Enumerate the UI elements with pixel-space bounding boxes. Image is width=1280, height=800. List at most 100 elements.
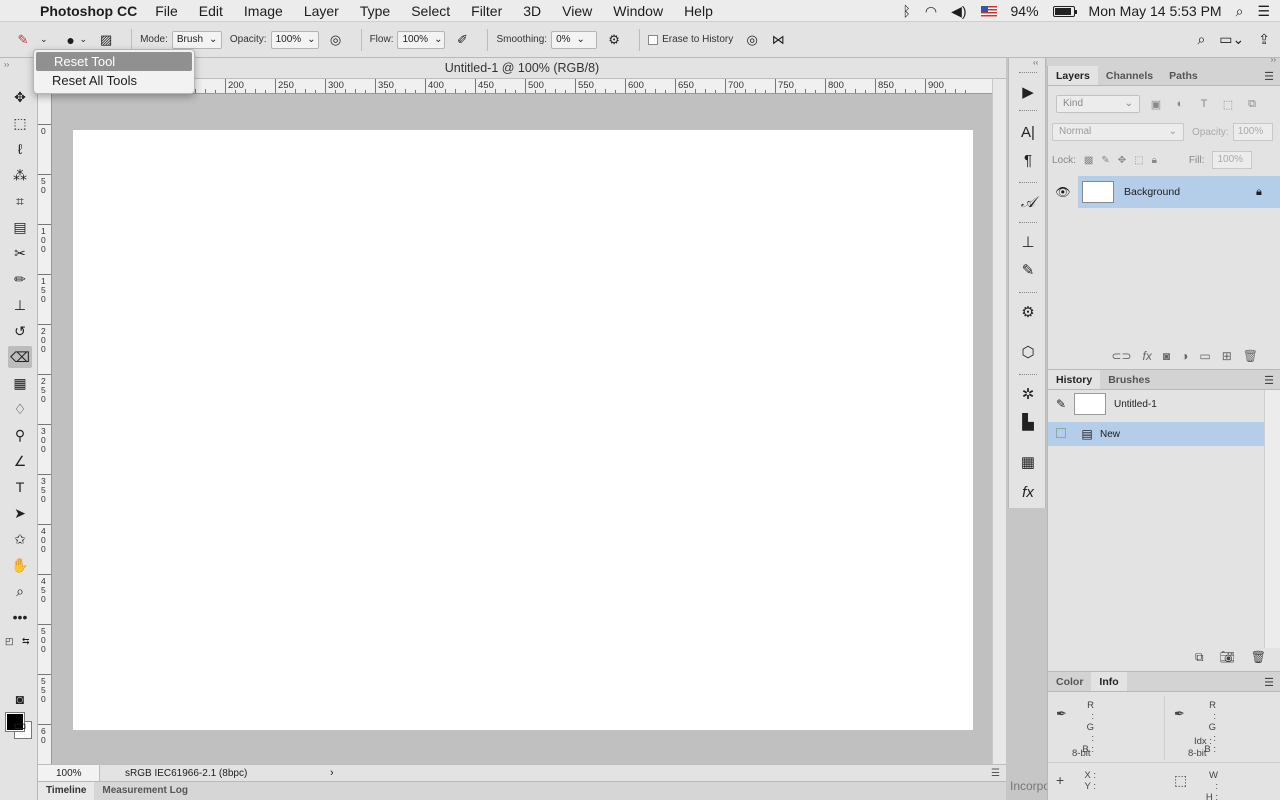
menu-image[interactable]: Image xyxy=(244,3,283,19)
lock-all-icon[interactable]: 🔒︎ xyxy=(1152,155,1157,166)
lock-artboard-icon[interactable]: ⬚ xyxy=(1134,155,1143,166)
paragraph-icon[interactable]: ¶ xyxy=(1016,148,1040,172)
layer-style-icon[interactable]: fx xyxy=(1143,349,1152,363)
adjustment-layer-icon[interactable]: ◑ xyxy=(1181,349,1188,363)
battery-icon[interactable] xyxy=(1052,5,1077,17)
pen-tool-icon[interactable]: ∠ xyxy=(8,450,32,472)
properties-icon[interactable]: ⚙ xyxy=(1016,300,1040,324)
mode-select[interactable]: Brush ⌄ xyxy=(171,30,222,49)
delete-layer-icon[interactable]: 🗑︎ xyxy=(1243,349,1258,363)
pressure-opacity-icon[interactable]: ◎ xyxy=(327,31,345,49)
new-document-from-state-icon[interactable]: ⧉ xyxy=(1195,650,1204,670)
crop-tool-icon[interactable]: ⌗ xyxy=(8,190,32,212)
type-tool-icon[interactable]: T xyxy=(8,476,32,498)
move-tool-icon[interactable]: ✥ xyxy=(8,86,32,108)
frame-tool-icon[interactable]: ▤ xyxy=(8,216,32,238)
reset-tool-menu-item[interactable]: Reset Tool xyxy=(36,52,192,71)
dock-grip[interactable] xyxy=(1019,182,1037,184)
status-menu-chevron-icon[interactable]: › xyxy=(330,767,334,779)
zoom-level-field[interactable]: 100% xyxy=(38,765,100,781)
menu-3d[interactable]: 3D xyxy=(523,3,541,19)
tab-timeline[interactable]: Timeline xyxy=(38,782,95,800)
tab-color[interactable]: Color xyxy=(1048,672,1091,691)
tab-layers[interactable]: Layers xyxy=(1048,66,1098,85)
erase-to-history-checkbox[interactable] xyxy=(648,34,659,45)
symmetry-icon[interactable]: ⋈ xyxy=(769,31,787,49)
panels-collapse-bar[interactable]: ›› xyxy=(1047,55,1280,66)
brush-preset-dot-icon[interactable]: ● xyxy=(62,31,80,49)
input-source-flag-icon[interactable] xyxy=(980,5,997,17)
menu-edit[interactable]: Edit xyxy=(199,3,223,19)
panel-menu-icon[interactable]: ☰ xyxy=(1264,676,1274,689)
menu-help[interactable]: Help xyxy=(684,3,713,19)
spotlight-search-icon[interactable]: ⌕ xyxy=(1236,3,1244,20)
dock-grip[interactable] xyxy=(1019,110,1037,112)
delete-state-icon[interactable]: 🗑︎ xyxy=(1251,650,1266,670)
3d-icon[interactable]: ⬡ xyxy=(1016,340,1040,364)
search-icon[interactable]: ⌕ xyxy=(1197,31,1205,48)
healing-brush-tool-icon[interactable]: ✂ xyxy=(8,242,32,264)
visibility-eye-icon[interactable]: 👁︎ xyxy=(1048,185,1078,199)
clone-source-icon[interactable]: ⊥ xyxy=(1016,230,1040,254)
tab-history[interactable]: History xyxy=(1048,370,1101,389)
brush-preset-chevron-icon[interactable]: ⌄ xyxy=(80,34,88,45)
share-icon[interactable]: ⇪ xyxy=(1258,31,1270,48)
eraser-tool-icon[interactable]: ⌫ xyxy=(8,346,32,368)
tab-channels[interactable]: Channels xyxy=(1098,66,1161,85)
shape-tool-icon[interactable]: ✩ xyxy=(8,528,32,550)
blend-mode-select[interactable]: Normal ⌄ xyxy=(1052,123,1184,141)
dodge-tool-icon[interactable]: ⚲ xyxy=(8,424,32,446)
menu-select[interactable]: Select xyxy=(411,3,450,19)
opacity-field[interactable]: 100% ⌄ xyxy=(270,30,319,49)
lasso-tool-icon[interactable]: ℓ xyxy=(8,138,32,160)
dock-grip[interactable] xyxy=(1019,222,1037,224)
adjustments-icon[interactable]: ✲ xyxy=(1016,382,1040,406)
eyedropper-icon[interactable]: ✒ xyxy=(1056,706,1067,722)
lock-transparent-icon[interactable]: ▩ xyxy=(1084,155,1093,166)
character-icon[interactable]: A| xyxy=(1016,120,1040,144)
tab-brushes[interactable]: Brushes xyxy=(1100,370,1158,389)
path-selection-tool-icon[interactable]: ➤ xyxy=(8,502,32,524)
brush-tool-icon[interactable]: ✏ xyxy=(8,268,32,290)
layer-row-body[interactable]: Background 🔒︎ xyxy=(1078,176,1280,208)
notification-center-icon[interactable]: ☰ xyxy=(1257,3,1270,20)
brush-settings-icon[interactable]: ▨ xyxy=(97,31,115,49)
dock-grip[interactable] xyxy=(1019,72,1037,74)
default-colors-icon[interactable]: ◰ xyxy=(5,636,14,647)
history-scrollbar[interactable] xyxy=(1264,390,1280,648)
chevron-down-icon[interactable]: ⌄ xyxy=(307,34,315,45)
filter-pixel-icon[interactable]: ▣ xyxy=(1148,98,1164,111)
styles-icon[interactable]: fx xyxy=(1016,480,1040,504)
workspace-switcher-icon[interactable]: ▭⌄ xyxy=(1219,31,1244,48)
swatches-icon[interactable]: ▦ xyxy=(1016,450,1040,474)
quick-mask-icon[interactable]: ◙ xyxy=(8,688,32,710)
fill-field[interactable]: 100% xyxy=(1212,151,1253,169)
filter-type-icon[interactable]: T xyxy=(1196,98,1212,110)
brush-settings-panel-icon[interactable]: ✎ xyxy=(1016,258,1040,282)
chevron-down-icon[interactable]: ⌄ xyxy=(577,34,585,45)
bluetooth-icon[interactable]: ᛒ xyxy=(902,3,910,19)
lock-position-icon[interactable]: ✥ xyxy=(1118,155,1126,166)
layer-opacity-field[interactable]: 100% xyxy=(1232,123,1273,141)
add-mask-icon[interactable]: ◙ xyxy=(1163,349,1170,363)
menu-window[interactable]: Window xyxy=(613,3,663,19)
collapse-dock-icon[interactable]: ‹‹ xyxy=(1033,58,1038,67)
wifi-icon[interactable]: ◠ xyxy=(925,3,937,20)
link-layers-icon[interactable]: ⊂⊃ xyxy=(1111,349,1131,363)
history-brush-source-icon[interactable]: ✎ xyxy=(1048,397,1074,411)
menu-file[interactable]: File xyxy=(155,3,178,19)
actions-icon[interactable]: ▶ xyxy=(1016,80,1040,104)
magic-wand-tool-icon[interactable]: ⁂ xyxy=(8,164,32,186)
smoothing-field[interactable]: 0% ⌄ xyxy=(551,30,598,49)
panel-menu-icon[interactable]: ☰ xyxy=(1264,70,1274,83)
history-brush-tool-icon[interactable]: ↺ xyxy=(8,320,32,342)
history-state-checkbox[interactable] xyxy=(1048,427,1074,441)
zoom-tool-icon[interactable]: ⌕ xyxy=(8,580,32,602)
vertical-ruler[interactable]: 0 50 100 150 200 250 300 350 400 450 500 550 60 xyxy=(38,94,52,764)
blur-tool-icon[interactable]: ♢ xyxy=(8,398,32,420)
pressure-size-icon[interactable]: ◎ xyxy=(743,31,761,49)
flow-field[interactable]: 100% ⌄ xyxy=(397,30,446,49)
filter-kind-select[interactable]: Kind ⌄ xyxy=(1056,95,1140,113)
vertical-scrollbar[interactable] xyxy=(992,79,1006,764)
history-state-row[interactable]: ▤ New xyxy=(1048,422,1264,446)
